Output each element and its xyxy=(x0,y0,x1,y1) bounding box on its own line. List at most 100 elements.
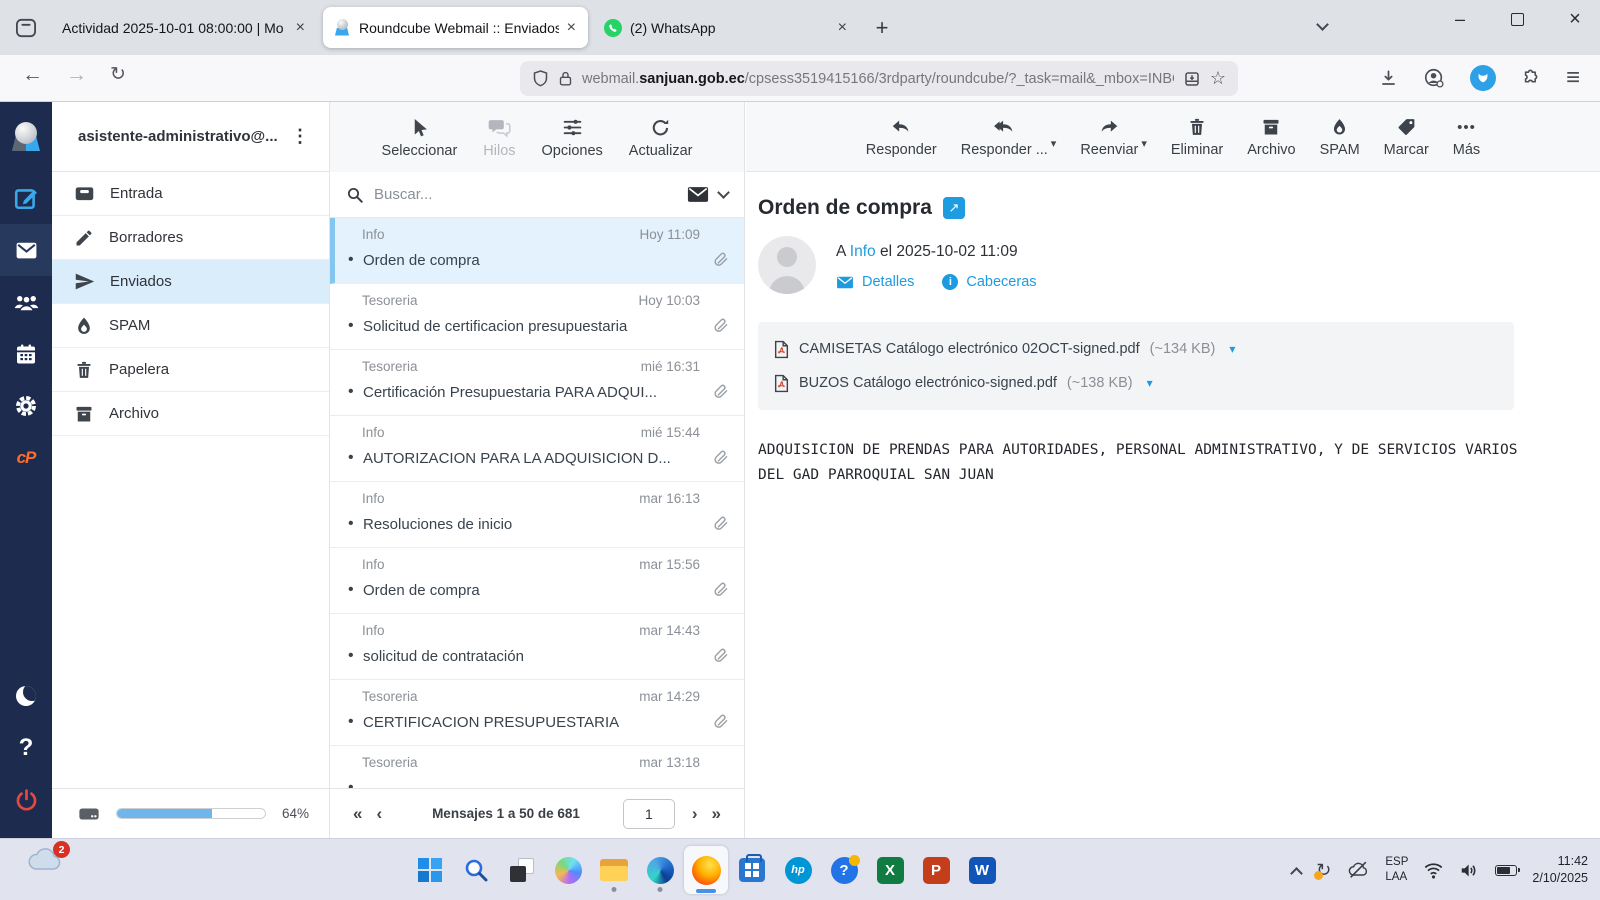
url-bar[interactable]: webmail.sanjuan.gob.ec/cpsess3519415166/… xyxy=(520,61,1238,96)
search-options-chevron-icon[interactable] xyxy=(717,186,730,199)
message-row[interactable]: Tesoreria mar 14:29 • CERTIFICACION PRESUP… xyxy=(330,680,744,746)
message-row[interactable]: Info mar 16:13 • Resoluciones de inicio xyxy=(330,482,744,548)
wifi-icon[interactable] xyxy=(1423,861,1444,880)
language-indicator[interactable]: ESP LAA xyxy=(1385,855,1408,885)
message-row[interactable]: Tesoreria mar 13:18 • xyxy=(330,746,744,788)
tab-whatsapp[interactable]: (2) WhatsApp × xyxy=(594,7,859,48)
shield-icon[interactable] xyxy=(532,70,549,87)
back-button[interactable]: ← xyxy=(22,63,43,87)
forward-button[interactable]: Reenviar xyxy=(1080,115,1138,158)
open-in-new-window-icon[interactable]: ↗ xyxy=(942,197,965,219)
powerpoint-button[interactable]: P xyxy=(914,846,958,894)
minimize-button[interactable]: – xyxy=(1449,9,1471,30)
firefox-button-active[interactable] xyxy=(684,846,728,894)
options-button[interactable]: Opciones xyxy=(542,116,603,159)
details-link[interactable]: Detalles xyxy=(836,274,914,290)
word-button[interactable]: W xyxy=(960,846,1004,894)
microsoft-store-button[interactable] xyxy=(730,846,774,894)
rail-contacts-button[interactable] xyxy=(0,276,52,328)
attachment-row[interactable]: CAMISETAS Catálogo electrónico 02OCT-sig… xyxy=(774,332,1498,366)
first-page-button[interactable]: « xyxy=(346,804,369,824)
copilot-button[interactable] xyxy=(546,846,590,894)
folder-papelera[interactable]: Papelera xyxy=(52,348,329,392)
lock-icon[interactable] xyxy=(558,70,573,87)
get-help-button[interactable]: ? xyxy=(822,846,866,894)
rail-calendar-button[interactable] xyxy=(0,328,52,380)
tab-close-icon[interactable]: × xyxy=(836,19,849,37)
tray-clock[interactable]: 11:42 2/10/2025 xyxy=(1532,853,1588,887)
downloads-icon[interactable] xyxy=(1379,69,1398,88)
account-menu-kebab-icon[interactable]: ⋮ xyxy=(285,126,315,147)
headers-link[interactable]: i Cabeceras xyxy=(942,274,1037,290)
account-profile-icon[interactable] xyxy=(1423,67,1445,89)
select-button[interactable]: Seleccionar xyxy=(382,116,457,159)
start-button[interactable] xyxy=(408,846,452,894)
message-row[interactable]: Info mié 15:44 • AUTORIZACION PARA LA ADQU… xyxy=(330,416,744,482)
attachment-menu-caret-icon[interactable]: ▾ xyxy=(1229,342,1235,356)
taskbar-search-button[interactable] xyxy=(454,846,498,894)
message-row[interactable]: Info mar 15:56 • Orden de compra xyxy=(330,548,744,614)
reply-all-caret-icon[interactable]: ▾ xyxy=(1051,137,1057,150)
new-tab-button[interactable]: + xyxy=(865,15,899,41)
forward-caret-icon[interactable]: ▾ xyxy=(1141,137,1147,150)
sync-status-icon[interactable]: ↻ xyxy=(1314,860,1331,881)
folder-entrada[interactable]: Entrada xyxy=(52,172,329,216)
search-input[interactable] xyxy=(374,186,677,203)
attachment-row[interactable]: BUZOS Catálogo electrónico-signed.pdf (~… xyxy=(774,366,1498,400)
message-row[interactable]: Tesoreria Hoy 10:03 • Solicitud de certifi… xyxy=(330,284,744,350)
attachment-menu-caret-icon[interactable]: ▾ xyxy=(1147,376,1153,390)
more-button[interactable]: ••• Más xyxy=(1453,115,1480,159)
excel-button[interactable]: X xyxy=(868,846,912,894)
task-view-button[interactable] xyxy=(500,846,544,894)
last-page-button[interactable]: » xyxy=(705,804,728,824)
tab-roundcube-active[interactable]: Roundcube Webmail :: Enviados × xyxy=(323,7,588,48)
rail-settings-button[interactable] xyxy=(0,380,52,432)
message-row[interactable]: Info mar 14:43 • solicitud de contratación xyxy=(330,614,744,680)
reload-button[interactable]: ↻ xyxy=(110,63,126,86)
firefox-view-button[interactable] xyxy=(8,10,44,46)
rail-mail-button[interactable] xyxy=(0,224,52,276)
tray-expand-chevron-icon[interactable] xyxy=(1290,866,1304,880)
account-header[interactable]: asistente-administrativo@... ⋮ xyxy=(52,102,329,172)
forward-button[interactable]: → xyxy=(66,63,87,87)
restore-button[interactable] xyxy=(1511,9,1527,26)
onedrive-offline-icon[interactable] xyxy=(1346,859,1370,881)
folder-borradores[interactable]: Borradores xyxy=(52,216,329,260)
next-page-button[interactable]: › xyxy=(685,804,705,824)
bookmark-star-icon[interactable]: ☆ xyxy=(1210,68,1226,89)
menu-hamburger-icon[interactable]: ≡ xyxy=(1566,64,1580,92)
cloud-notification-icon[interactable]: 2 xyxy=(26,841,70,883)
url-text[interactable]: webmail.sanjuan.gob.ec/cpsess3519415166/… xyxy=(582,71,1174,87)
search-scope-mail-icon[interactable] xyxy=(687,186,709,203)
folder-archivo[interactable]: Archivo xyxy=(52,392,329,436)
message-row[interactable]: Tesoreria mié 16:31 • Certificación Presup… xyxy=(330,350,744,416)
extensions-puzzle-icon[interactable] xyxy=(1521,68,1541,88)
reply-button[interactable]: Responder xyxy=(866,115,937,158)
tab-close-icon[interactable]: × xyxy=(565,19,578,37)
tab-actividad[interactable]: Actividad 2025-10-01 08:00:00 | Mo × xyxy=(52,7,317,48)
spam-button[interactable]: SPAM xyxy=(1320,115,1360,158)
save-page-icon[interactable] xyxy=(1183,70,1201,88)
recipient-link[interactable]: Info xyxy=(850,243,876,260)
folder-spam[interactable]: SPAM xyxy=(52,304,329,348)
tab-close-icon[interactable]: × xyxy=(294,19,307,37)
privacy-extension-icon[interactable] xyxy=(1469,65,1496,91)
logout-power-button[interactable] xyxy=(0,774,52,826)
help-button[interactable]: ? xyxy=(0,722,52,774)
refresh-button[interactable]: Actualizar xyxy=(629,116,692,159)
dark-mode-moon-button[interactable] xyxy=(0,670,52,722)
battery-icon[interactable] xyxy=(1495,864,1521,876)
folder-enviados-selected[interactable]: Enviados xyxy=(52,260,329,304)
mark-button[interactable]: Marcar xyxy=(1384,115,1429,158)
compose-button[interactable] xyxy=(0,172,52,224)
page-number-input[interactable]: 1 xyxy=(622,798,675,829)
list-all-tabs-button[interactable] xyxy=(1316,16,1330,31)
delete-button[interactable]: Eliminar xyxy=(1171,115,1223,158)
archive-button[interactable]: Archivo xyxy=(1247,115,1296,158)
prev-page-button[interactable]: ‹ xyxy=(369,804,389,824)
hp-button[interactable]: hp xyxy=(776,846,820,894)
volume-icon[interactable] xyxy=(1459,861,1480,880)
edge-button[interactable] xyxy=(638,846,682,894)
message-row[interactable]: Info Hoy 11:09 • Orden de compra xyxy=(330,218,744,284)
file-explorer-button[interactable] xyxy=(592,846,636,894)
